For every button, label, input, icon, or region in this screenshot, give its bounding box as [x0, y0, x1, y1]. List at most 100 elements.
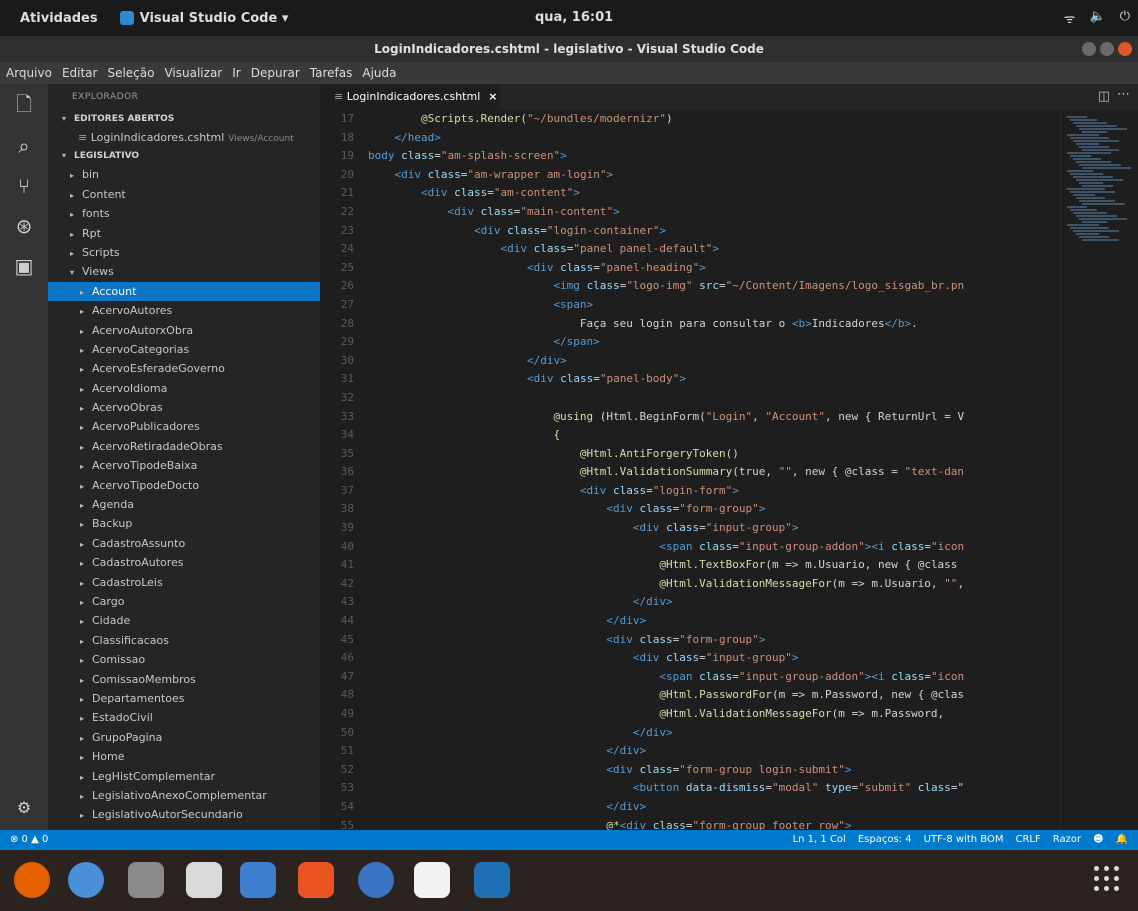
folder-item[interactable]: ▸ AcervoCategorias [48, 340, 320, 359]
code-line[interactable]: 53 <button data-dismiss="modal" type="su… [320, 779, 1060, 798]
code-line[interactable]: 46 <div class="input-group"> [320, 649, 1060, 668]
folder-item[interactable]: ▸ LegislativoAnexoComplementar [48, 786, 320, 805]
code-line[interactable]: 47 <span class="input-group-addon"><i cl… [320, 668, 1060, 687]
folder-item[interactable]: ▸ Content [48, 185, 320, 204]
search-icon[interactable]: ⌕ [12, 134, 36, 158]
menu-item[interactable]: Ajuda [362, 66, 396, 80]
folder-item[interactable]: ▸ Classificacaos [48, 631, 320, 650]
code-line[interactable]: 29 </span> [320, 333, 1060, 352]
folder-item[interactable]: ▸ AcervoAutorxObra [48, 321, 320, 340]
firefox-icon[interactable] [14, 862, 50, 898]
code-editor[interactable]: 17 @Scripts.Render("~/bundles/modernizr"… [320, 110, 1060, 830]
folder-item[interactable]: ▸ AcervoTipodeBaixa [48, 456, 320, 475]
debug-icon[interactable]: ⊛ [12, 214, 36, 238]
code-line[interactable]: 34 { [320, 426, 1060, 445]
code-line[interactable]: 39 <div class="input-group"> [320, 519, 1060, 538]
rhythmbox-icon[interactable] [186, 862, 222, 898]
split-editor-icon[interactable]: ◫ [1098, 89, 1110, 104]
encoding[interactable]: UTF-8 with BOM [924, 830, 1004, 850]
folder-item[interactable]: ▸ Cidade [48, 611, 320, 630]
thunderbird-icon[interactable] [68, 862, 104, 898]
folder-item[interactable]: ▸ Cargo [48, 592, 320, 611]
folder-item[interactable]: ▸ AcervoRetiradadeObras [48, 437, 320, 456]
folder-item[interactable]: ▸ AcervoEsferadeGoverno [48, 359, 320, 378]
code-line[interactable]: 37 <div class="login-form"> [320, 482, 1060, 501]
code-line[interactable]: 22 <div class="main-content"> [320, 203, 1060, 222]
folder-item[interactable]: ▸ Agenda [48, 495, 320, 514]
extensions-icon[interactable]: ▣ [12, 254, 36, 278]
code-line[interactable]: 50 </div> [320, 724, 1060, 743]
line-ending[interactable]: CRLF [1016, 830, 1041, 850]
code-line[interactable]: 43 </div> [320, 593, 1060, 612]
code-line[interactable]: 28 Faça seu login para consultar o <b>In… [320, 315, 1060, 334]
code-line[interactable]: 33 @using (Html.BeginForm("Login", "Acco… [320, 408, 1060, 427]
code-line[interactable]: 17 @Scripts.Render("~/bundles/modernizr"… [320, 110, 1060, 129]
code-line[interactable]: 54 </div> [320, 798, 1060, 817]
maximize-button[interactable] [1100, 42, 1114, 56]
folder-item[interactable]: ▸ bin [48, 165, 320, 184]
smiley-icon[interactable]: ☻ [1093, 830, 1103, 850]
folder-item[interactable]: ▸ Backup [48, 514, 320, 533]
minimize-button[interactable] [1082, 42, 1096, 56]
code-line[interactable]: 25 <div class="panel-heading"> [320, 259, 1060, 278]
settings-gear-icon[interactable]: ⚙ [12, 796, 36, 820]
folder-item[interactable]: ▸ CadastroLeis [48, 573, 320, 592]
menu-item[interactable]: Seleção [107, 66, 154, 80]
open-editor-item[interactable]: ≡ LoginIndicadores.cshtml Views/Account [48, 128, 320, 147]
folder-item[interactable]: ▸ Rpt [48, 224, 320, 243]
code-line[interactable]: 24 <div class="panel panel-default"> [320, 240, 1060, 259]
source-control-icon[interactable]: ⑂ [12, 174, 36, 198]
tab-logindicadores[interactable]: ≡ LoginIndicadores.cshtml × [320, 84, 500, 110]
more-actions-icon[interactable]: ⋯ [1117, 87, 1130, 102]
indentation[interactable]: Espaços: 4 [858, 830, 912, 850]
folder-item[interactable]: ▸ EstadoCivil [48, 708, 320, 727]
code-line[interactable]: 31 <div class="panel-body"> [320, 370, 1060, 389]
folder-item[interactable]: ▸ AcervoIdioma [48, 379, 320, 398]
bell-icon[interactable]: 🔔 [1116, 830, 1128, 850]
writer-icon[interactable] [240, 862, 276, 898]
folder-item[interactable]: ▸ AcervoPublicadores [48, 417, 320, 436]
code-line[interactable]: 40 <span class="input-group-addon"><i cl… [320, 538, 1060, 557]
system-tray[interactable]: ᯤ 🔈 ⏻ [1064, 9, 1130, 27]
folder-item[interactable]: ▸ Departamentoes [48, 689, 320, 708]
code-line[interactable]: 23 <div class="login-container"> [320, 222, 1060, 241]
menu-item[interactable]: Ir [232, 66, 240, 80]
folder-item[interactable]: ▸ LegHistComplementar [48, 767, 320, 786]
folder-item[interactable]: ▸ Account [48, 281, 320, 302]
files-app-icon[interactable] [128, 862, 164, 898]
amazon-icon[interactable] [414, 862, 450, 898]
folder-item[interactable]: ▸ Home [48, 747, 320, 766]
minimap[interactable] [1060, 110, 1138, 830]
show-apps-icon[interactable] [1094, 866, 1122, 894]
menu-item[interactable]: Editar [62, 66, 98, 80]
folder-item[interactable]: ▸ CadastroAutores [48, 553, 320, 572]
folder-item[interactable]: ▸ Comissao [48, 650, 320, 669]
software-center-icon[interactable] [298, 862, 334, 898]
activities-button[interactable]: Atividades [20, 11, 98, 26]
folder-item[interactable]: ▸ GrupoPagina [48, 728, 320, 747]
vscode-icon[interactable] [474, 862, 510, 898]
close-window-button[interactable] [1118, 42, 1132, 56]
menu-item[interactable]: Depurar [251, 66, 300, 80]
code-line[interactable]: 51 </div> [320, 742, 1060, 761]
folder-item[interactable]: ▸ fonts [48, 204, 320, 223]
code-line[interactable]: 18 </head> [320, 129, 1060, 148]
code-line[interactable]: 19 body class="am-splash-screen"> [320, 147, 1060, 166]
code-line[interactable]: 38 <div class="form-group"> [320, 500, 1060, 519]
code-line[interactable]: 20 <div class="am-wrapper am-login"> [320, 166, 1060, 185]
code-line[interactable]: 44 </div> [320, 612, 1060, 631]
menu-item[interactable]: Visualizar [164, 66, 222, 80]
code-line[interactable]: 30 </div> [320, 352, 1060, 371]
menu-item[interactable]: Tarefas [310, 66, 353, 80]
clock[interactable]: qua, 16:01 [535, 10, 613, 25]
help-icon[interactable] [358, 862, 394, 898]
folder-item[interactable]: ▸ AcervoObras [48, 398, 320, 417]
menu-item[interactable]: Arquivo [6, 66, 52, 80]
cursor-position[interactable]: Ln 1, 1 Col [793, 830, 846, 850]
folder-item[interactable]: ▸ AcervoTipodeDocto [48, 476, 320, 495]
code-line[interactable]: 52 <div class="form-group login-submit"> [320, 761, 1060, 780]
code-line[interactable]: 35 @Html.AntiForgeryToken() [320, 445, 1060, 464]
code-line[interactable]: 26 <img class="logo-img" src="~/Content/… [320, 277, 1060, 296]
app-menu[interactable]: Visual Studio Code ▾ [119, 11, 288, 26]
code-line[interactable]: 42 @Html.ValidationMessageFor(m => m.Usu… [320, 575, 1060, 594]
